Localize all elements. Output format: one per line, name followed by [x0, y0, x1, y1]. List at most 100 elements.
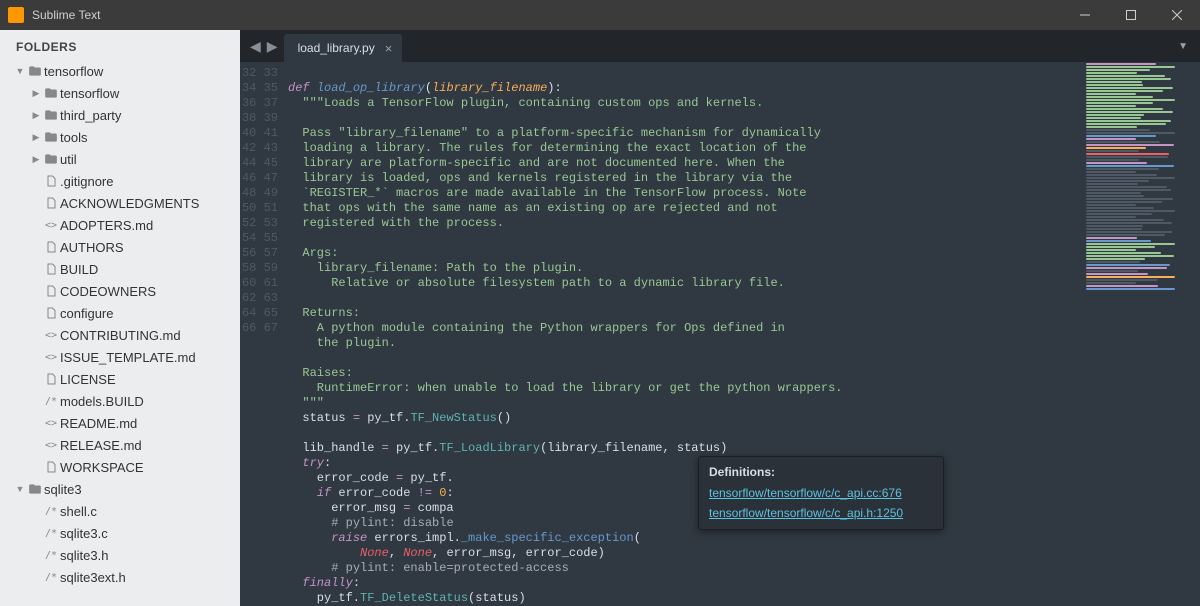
file-icon: /*: [42, 528, 60, 539]
nav-forward-icon[interactable]: ▶: [265, 38, 280, 55]
tab-bar: ◀ ▶ load_library.py × ▼: [240, 30, 1200, 62]
file-icon: [42, 460, 60, 474]
nav-back-icon[interactable]: ◀: [248, 38, 263, 55]
file-icon: [42, 284, 60, 298]
file-icon: /*: [42, 396, 60, 407]
item-label: models.BUILD: [60, 394, 144, 409]
item-label: ACKNOWLEDGMENTS: [60, 196, 199, 211]
item-label: ISSUE_TEMPLATE.md: [60, 350, 196, 365]
tab-menu-icon[interactable]: ▼: [1166, 30, 1200, 62]
file-item[interactable]: ACKNOWLEDGMENTS: [0, 192, 240, 214]
item-label: CONTRIBUTING.md: [60, 328, 181, 343]
file-item[interactable]: <>ISSUE_TEMPLATE.md: [0, 346, 240, 368]
folder-icon: [42, 108, 60, 122]
item-label: AUTHORS: [60, 240, 124, 255]
close-button[interactable]: [1154, 0, 1200, 30]
folder-item[interactable]: ▶ tools: [0, 126, 240, 148]
item-label: sqlite3.c: [60, 526, 108, 541]
minimap[interactable]: [1080, 62, 1200, 606]
folder-item[interactable]: ▼ tensorflow: [0, 60, 240, 82]
file-item[interactable]: LICENSE: [0, 368, 240, 390]
disclosure-icon: ▶: [30, 110, 42, 121]
definitions-popup: Definitions: tensorflow/tensorflow/c/c_a…: [698, 456, 944, 530]
folder-tree: ▼tensorflow▶tensorflow▶third_party▶tools…: [0, 60, 240, 588]
file-icon: <>: [42, 418, 60, 429]
editor-area: ◀ ▶ load_library.py × ▼ 32 33 34 35 36 3…: [240, 30, 1200, 606]
file-item[interactable]: configure: [0, 302, 240, 324]
file-icon: /*: [42, 506, 60, 517]
file-item[interactable]: /*sqlite3.h: [0, 544, 240, 566]
popup-title: Definitions:: [709, 465, 933, 479]
item-label: shell.c: [60, 504, 97, 519]
sidebar-header: FOLDERS: [0, 36, 240, 60]
file-icon: [42, 262, 60, 276]
item-label: util: [60, 152, 77, 167]
gutter: 32 33 34 35 36 37 38 39 40 41 42 43 44 4…: [240, 62, 288, 606]
file-icon: [42, 240, 60, 254]
item-label: sqlite3: [44, 482, 82, 497]
item-label: CODEOWNERS: [60, 284, 156, 299]
file-icon: [42, 306, 60, 320]
definition-link[interactable]: tensorflow/tensorflow/c/c_api.cc:676: [709, 483, 933, 503]
file-item[interactable]: WORKSPACE: [0, 456, 240, 478]
folder-item[interactable]: ▶ tensorflow: [0, 82, 240, 104]
file-icon: /*: [42, 572, 60, 583]
file-icon: <>: [42, 440, 60, 451]
file-icon: [42, 372, 60, 386]
item-label: WORKSPACE: [60, 460, 144, 475]
disclosure-icon: ▼: [14, 484, 26, 494]
folder-item[interactable]: ▶ util: [0, 148, 240, 170]
item-label: README.md: [60, 416, 137, 431]
file-item[interactable]: BUILD: [0, 258, 240, 280]
folder-item[interactable]: ▶ third_party: [0, 104, 240, 126]
file-item[interactable]: /*shell.c: [0, 500, 240, 522]
item-label: BUILD: [60, 262, 98, 277]
file-icon: <>: [42, 352, 60, 363]
tab-load-library[interactable]: load_library.py ×: [284, 34, 403, 62]
disclosure-icon: ▼: [14, 66, 26, 76]
titlebar: Sublime Text: [0, 0, 1200, 30]
file-item[interactable]: /*sqlite3.c: [0, 522, 240, 544]
item-label: tensorflow: [44, 64, 103, 79]
file-icon: <>: [42, 330, 60, 341]
file-icon: [42, 174, 60, 188]
disclosure-icon: ▶: [30, 132, 42, 143]
folder-icon: [26, 64, 44, 78]
code-view[interactable]: def load_op_library(library_filename): "…: [288, 62, 1080, 606]
file-item[interactable]: <>RELEASE.md: [0, 434, 240, 456]
file-icon: /*: [42, 550, 60, 561]
folder-item[interactable]: ▼ sqlite3: [0, 478, 240, 500]
file-icon: <>: [42, 220, 60, 231]
item-label: LICENSE: [60, 372, 116, 387]
file-item[interactable]: <>CONTRIBUTING.md: [0, 324, 240, 346]
item-label: sqlite3.h: [60, 548, 108, 563]
folder-icon: [26, 482, 44, 496]
file-icon: [42, 196, 60, 210]
file-item[interactable]: AUTHORS: [0, 236, 240, 258]
app-title: Sublime Text: [32, 8, 100, 22]
tab-label: load_library.py: [298, 41, 375, 55]
definition-link[interactable]: tensorflow/tensorflow/c/c_api.h:1250: [709, 503, 933, 523]
file-item[interactable]: /*models.BUILD: [0, 390, 240, 412]
maximize-button[interactable]: [1108, 0, 1154, 30]
folder-icon: [42, 152, 60, 166]
disclosure-icon: ▶: [30, 154, 42, 165]
minimize-button[interactable]: [1062, 0, 1108, 30]
tab-close-icon[interactable]: ×: [385, 41, 393, 56]
item-label: RELEASE.md: [60, 438, 142, 453]
file-item[interactable]: /*sqlite3ext.h: [0, 566, 240, 588]
file-item[interactable]: .gitignore: [0, 170, 240, 192]
file-item[interactable]: CODEOWNERS: [0, 280, 240, 302]
window-buttons: [1062, 0, 1200, 30]
file-item[interactable]: <>README.md: [0, 412, 240, 434]
item-label: third_party: [60, 108, 121, 123]
item-label: tensorflow: [60, 86, 119, 101]
folder-icon: [42, 130, 60, 144]
sidebar[interactable]: FOLDERS ▼tensorflow▶tensorflow▶third_par…: [0, 30, 240, 606]
item-label: tools: [60, 130, 87, 145]
disclosure-icon: ▶: [30, 88, 42, 99]
item-label: configure: [60, 306, 113, 321]
folder-icon: [42, 86, 60, 100]
file-item[interactable]: <>ADOPTERS.md: [0, 214, 240, 236]
app-icon: [8, 7, 24, 23]
